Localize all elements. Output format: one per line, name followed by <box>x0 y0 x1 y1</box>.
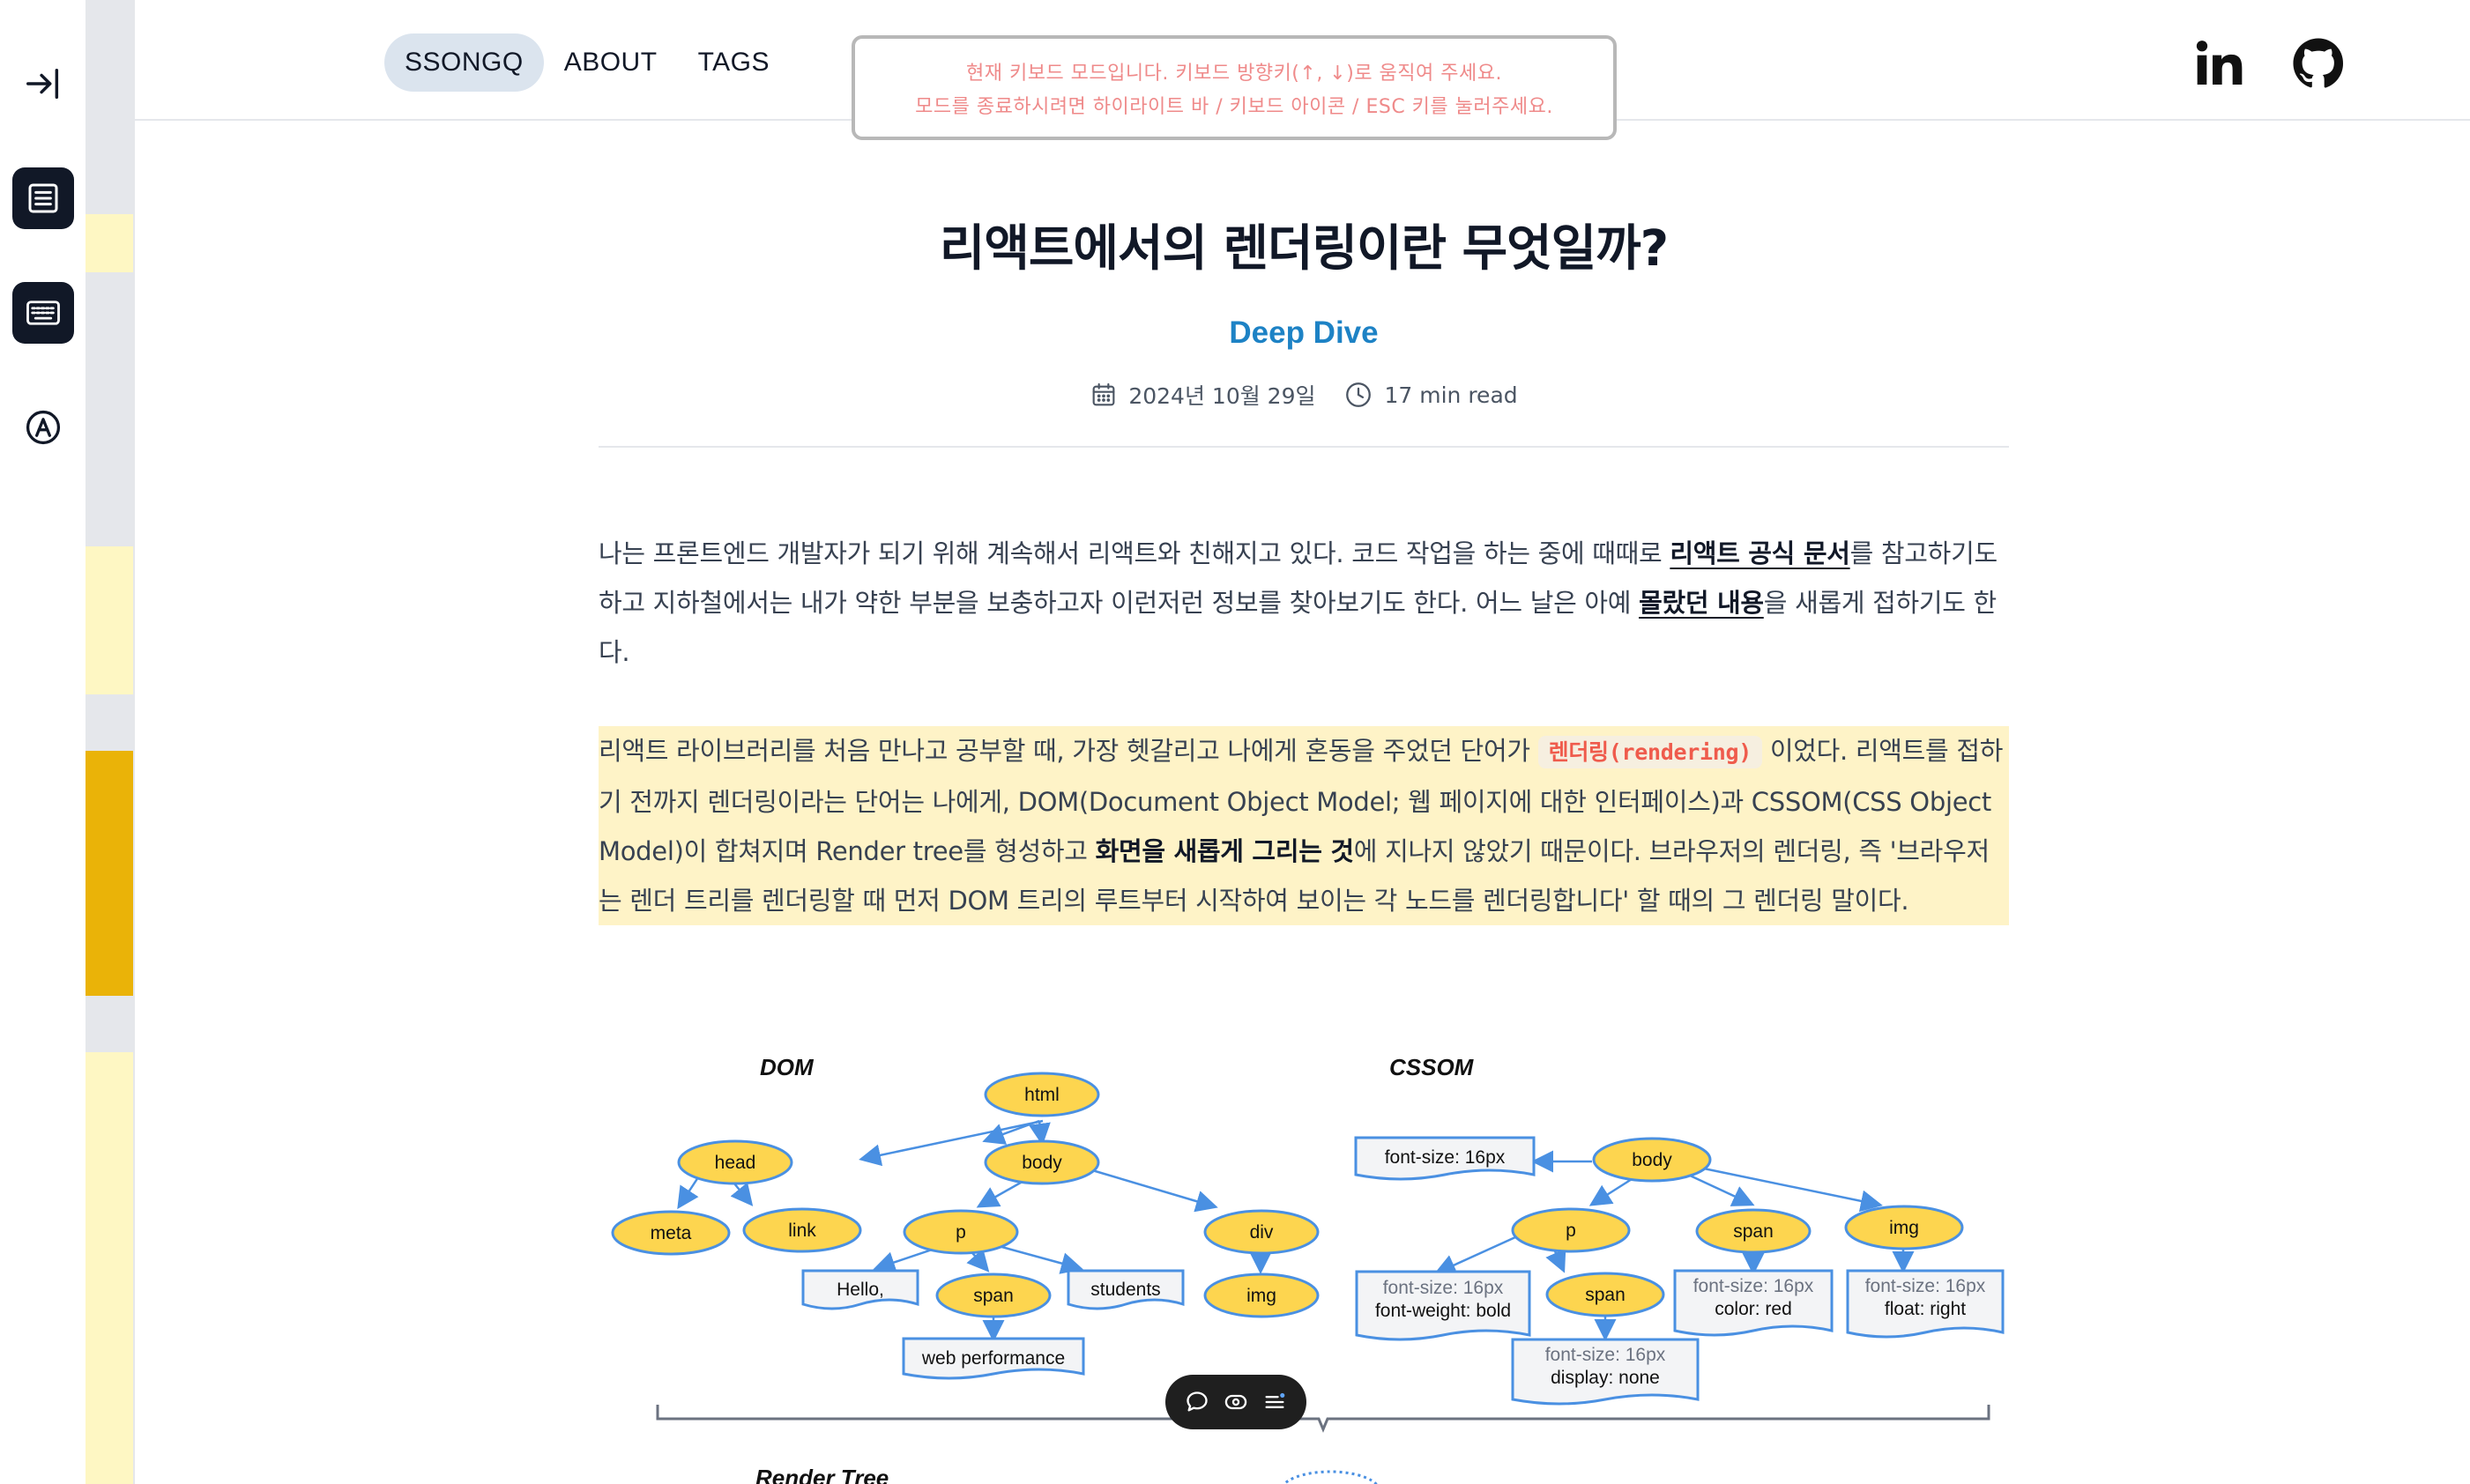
eye-icon <box>1224 1394 1247 1410</box>
cssom-label: span <box>1585 1285 1626 1305</box>
cssom-label: span <box>1733 1221 1774 1242</box>
left-rail <box>0 0 86 1484</box>
minimap-active-highlight[interactable] <box>86 751 133 996</box>
dom-label: body <box>1022 1153 1062 1173</box>
dom-label: Hello, <box>837 1280 884 1300</box>
dom-label: web performance <box>921 1348 1065 1369</box>
render-tree-diagram: DOM CSSOM html head body meta link p div… <box>599 1038 2009 1484</box>
highlight-list-button[interactable] <box>12 167 74 229</box>
comment-button[interactable] <box>1181 1386 1213 1418</box>
cssom-label: color: red <box>1715 1299 1792 1319</box>
post-category-link[interactable]: Deep Dive <box>599 315 2009 351</box>
minimap-highlight[interactable] <box>86 546 133 694</box>
minimap-highlight[interactable] <box>86 214 133 272</box>
cssom-label: font-size: 16px <box>1693 1276 1814 1296</box>
post-read-time: 17 min read <box>1343 380 1518 410</box>
inline-code: 렌더링(rendering) <box>1537 736 1762 768</box>
calendar-icon <box>1092 382 1115 406</box>
cssom-label: font-size: 16px <box>1383 1278 1504 1298</box>
render-tree-title: Render Tree <box>755 1465 889 1484</box>
minimap-highlight[interactable] <box>86 1052 133 1484</box>
github-link[interactable] <box>2290 35 2347 92</box>
github-icon <box>2293 38 2344 88</box>
dom-label: head <box>715 1153 756 1173</box>
dom-label: students <box>1090 1280 1160 1300</box>
clock-icon <box>1346 382 1372 407</box>
keyboard-mode-button[interactable] <box>12 282 74 344</box>
paragraph-text: 나는 프론트엔드 개발자가 되기 위해 계속해서 리액트와 친해지고 있다. 코… <box>599 538 1670 568</box>
post-meta: 2024년 10월 29일 17 min read <box>599 379 2009 411</box>
cssom-label: body <box>1632 1150 1672 1170</box>
post-date: 2024년 10월 29일 <box>1090 379 1315 411</box>
dom-label: p <box>956 1222 966 1243</box>
floating-toolbar <box>1165 1375 1306 1429</box>
cssom-label: display: none <box>1551 1368 1660 1388</box>
post-date-text: 2024년 10월 29일 <box>1128 383 1316 409</box>
dom-label: div <box>1250 1222 1274 1243</box>
react-docs-link[interactable]: 리액트 공식 문서 <box>1670 538 1850 568</box>
dom-label: meta <box>651 1223 692 1243</box>
social-links <box>2191 35 2347 92</box>
list-button[interactable] <box>1259 1386 1291 1418</box>
nav-about[interactable]: ABOUT <box>544 33 678 92</box>
keyboard-notice-line-2: 모드를 종료하시려면 하이라이트 바 / 키보드 아이콘 / ESC 키를 눌러… <box>915 95 1553 118</box>
linkedin-link[interactable] <box>2191 35 2248 92</box>
circle-a-icon <box>26 410 61 445</box>
cssom-label: img <box>1889 1218 1919 1238</box>
comment-icon <box>1187 1391 1208 1412</box>
nav-tags[interactable]: TAGS <box>678 33 790 92</box>
site-header: SSONGQ ABOUT TAGS 현재 키보드 모드입니다. 키보드 방향키(… <box>135 0 2470 140</box>
merge-brace <box>656 1405 1990 1433</box>
highlight-minimap[interactable] <box>86 0 133 1484</box>
dom-title: DOM <box>760 1054 815 1080</box>
dom-label: img <box>1246 1286 1276 1306</box>
unknown-content-link[interactable]: 몰랐던 내용 <box>1639 588 1764 618</box>
cssom-label: font-weight: bold <box>1375 1301 1511 1321</box>
keyboard-notice-line-1: 현재 키보드 모드입니다. 키보드 방향키(↑, ↓)로 움직여 주세요. <box>966 62 1502 85</box>
cssom-label: font-size: 16px <box>1385 1147 1506 1168</box>
render-tree-root-node <box>1282 1470 1379 1484</box>
linkedin-icon <box>2196 41 2243 85</box>
article: 리액트에서의 렌더링이란 무엇일까? Deep Dive 2024년 10월 2… <box>599 121 2009 925</box>
bold-text: 화면을 새롭게 그리는 것 <box>1095 836 1355 866</box>
dom-label: span <box>973 1286 1014 1306</box>
cssom-label: font-size: 16px <box>1865 1276 1986 1296</box>
arrow-right-to-bar-icon <box>26 68 59 100</box>
dom-label: link <box>788 1221 816 1241</box>
main-nav: SSONGQ ABOUT TAGS <box>384 33 790 92</box>
collapse-sidebar-button[interactable] <box>12 53 74 115</box>
list-icon <box>1265 1392 1285 1408</box>
account-button[interactable] <box>12 397 74 458</box>
post-title: 리액트에서의 렌더링이란 무엇일까? <box>939 220 1669 278</box>
header-divider <box>599 446 2009 448</box>
strip-divider <box>133 0 135 1484</box>
preview-button[interactable] <box>1220 1386 1252 1418</box>
nav-home[interactable]: SSONGQ <box>384 33 544 92</box>
paragraph-text: 리액트 라이브러리를 처음 만나고 공부할 때, 가장 헷갈리고 나에게 혼동을… <box>599 736 1538 766</box>
paragraph-2-highlighted[interactable]: 리액트 라이브러리를 처음 만나고 공부할 때, 가장 헷갈리고 나에게 혼동을… <box>599 726 2009 925</box>
cssom-label: p <box>1566 1221 1576 1241</box>
document-list-icon <box>28 183 58 213</box>
post-read-time-text: 17 min read <box>1384 382 1518 408</box>
cssom-label: float: right <box>1885 1299 1966 1319</box>
paragraph-1: 나는 프론트엔드 개발자가 되기 위해 계속해서 리액트와 친해지고 있다. 코… <box>599 529 2009 677</box>
cssom-title: CSSOM <box>1389 1054 1475 1080</box>
cssom-label: font-size: 16px <box>1545 1345 1666 1365</box>
keyboard-icon <box>26 301 60 325</box>
dom-label: html <box>1024 1085 1060 1105</box>
